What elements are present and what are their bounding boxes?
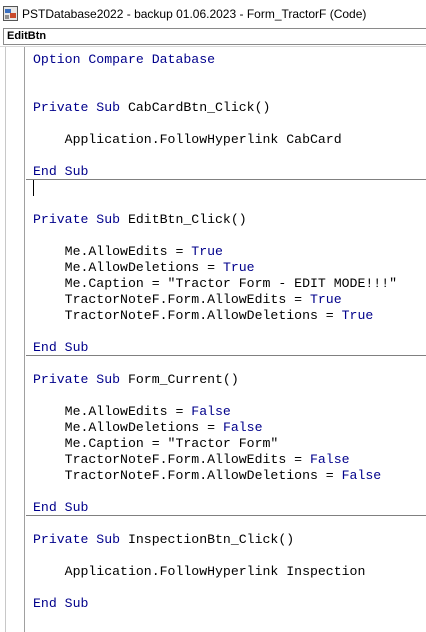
code-line-cur-sub[interactable]: Private Sub Form_Current() (33, 372, 239, 388)
title-bar: PSTDatabase2022 - backup 01.06.2023 - Fo… (0, 0, 426, 27)
object-dropdown[interactable]: EditBtn (3, 28, 426, 45)
code-editor[interactable]: Option Compare Database Private Sub CabC… (3, 47, 426, 632)
code-line-edit-3[interactable]: Me.Caption = "Tractor Form - EDIT MODE!!… (33, 276, 397, 292)
code-line-insp-sub[interactable]: Private Sub InspectionBtn_Click() (33, 532, 294, 548)
procedure-separator (26, 515, 426, 516)
gutter-line (5, 47, 6, 632)
code-line-cur-5[interactable]: TractorNoteF.Form.AllowDeletions = False (33, 468, 382, 484)
procedure-separator (26, 179, 426, 180)
vba-module-icon (2, 6, 18, 22)
code-line-cab-end[interactable]: End Sub (33, 164, 88, 180)
code-line-cur-end[interactable]: End Sub (33, 500, 88, 516)
code-line-edit-1[interactable]: Me.AllowEdits = True (33, 244, 223, 260)
procedure-separator (26, 355, 426, 356)
margin-indicator-bar[interactable] (3, 47, 25, 632)
object-dropdown-value: EditBtn (7, 30, 47, 42)
code-line-edit-2[interactable]: Me.AllowDeletions = True (33, 260, 255, 276)
code-line-option[interactable]: Option Compare Database (33, 52, 215, 68)
window-title: PSTDatabase2022 - backup 01.06.2023 - Fo… (22, 6, 367, 21)
code-line-cab-body[interactable]: Application.FollowHyperlink CabCard (33, 132, 342, 148)
code-line-cur-1[interactable]: Me.AllowEdits = False (33, 404, 231, 420)
code-line-edit-4[interactable]: TractorNoteF.Form.AllowEdits = True (33, 292, 342, 308)
code-line-cur-3[interactable]: Me.Caption = "Tractor Form" (33, 436, 279, 452)
code-line-edit-sub[interactable]: Private Sub EditBtn_Click() (33, 212, 247, 228)
code-line-edit-5[interactable]: TractorNoteF.Form.AllowDeletions = True (33, 308, 374, 324)
code-line-insp-body[interactable]: Application.FollowHyperlink Inspection (33, 564, 366, 580)
code-line-cab-sub[interactable]: Private Sub CabCardBtn_Click() (33, 100, 270, 116)
code-line-edit-end[interactable]: End Sub (33, 340, 88, 356)
code-line-insp-end[interactable]: End Sub (33, 596, 88, 612)
code-line-cur-2[interactable]: Me.AllowDeletions = False (33, 420, 263, 436)
code-line-cur-4[interactable]: TractorNoteF.Form.AllowEdits = False (33, 452, 350, 468)
text-cursor (33, 180, 34, 196)
